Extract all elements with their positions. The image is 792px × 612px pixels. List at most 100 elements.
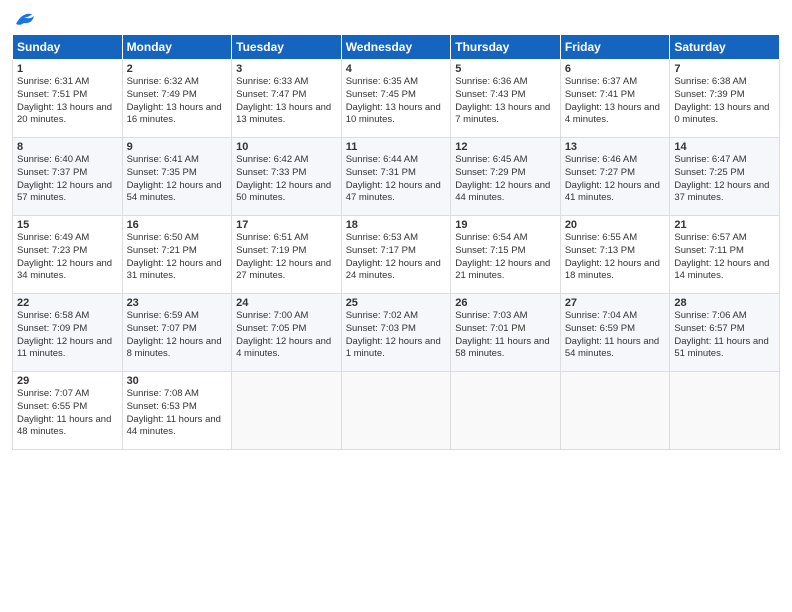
sunset-text: Sunset: 7:05 PM	[236, 323, 306, 334]
calendar-cell	[232, 372, 342, 450]
day-number: 23	[127, 297, 228, 309]
calendar-cell: 7 Sunrise: 6:38 AM Sunset: 7:39 PM Dayli…	[670, 60, 780, 138]
sunrise-text: Sunrise: 6:57 AM	[674, 232, 746, 243]
sunset-text: Sunset: 6:57 PM	[674, 323, 744, 334]
sunset-text: Sunset: 7:15 PM	[455, 245, 525, 256]
sunrise-text: Sunrise: 7:08 AM	[127, 388, 199, 399]
day-number: 4	[346, 63, 447, 75]
calendar-week-1: 1 Sunrise: 6:31 AM Sunset: 7:51 PM Dayli…	[13, 60, 780, 138]
calendar-cell: 12 Sunrise: 6:45 AM Sunset: 7:29 PM Dayl…	[451, 138, 561, 216]
sunset-text: Sunset: 7:07 PM	[127, 323, 197, 334]
sunrise-text: Sunrise: 6:58 AM	[17, 310, 89, 321]
sunset-text: Sunset: 7:13 PM	[565, 245, 635, 256]
sunrise-text: Sunrise: 6:54 AM	[455, 232, 527, 243]
sunrise-text: Sunrise: 6:49 AM	[17, 232, 89, 243]
daylight-text: Daylight: 13 hours and 0 minutes.	[674, 102, 769, 126]
daylight-text: Daylight: 12 hours and 44 minutes.	[455, 180, 550, 204]
sunset-text: Sunset: 7:11 PM	[674, 245, 744, 256]
day-number: 6	[565, 63, 666, 75]
daylight-text: Daylight: 12 hours and 41 minutes.	[565, 180, 660, 204]
sunrise-text: Sunrise: 6:35 AM	[346, 76, 418, 87]
sunset-text: Sunset: 7:29 PM	[455, 167, 525, 178]
logo	[12, 10, 36, 28]
calendar-week-3: 15 Sunrise: 6:49 AM Sunset: 7:23 PM Dayl…	[13, 216, 780, 294]
day-number: 24	[236, 297, 337, 309]
col-thursday: Thursday	[451, 35, 561, 60]
day-number: 19	[455, 219, 556, 231]
day-number: 15	[17, 219, 118, 231]
sunrise-text: Sunrise: 6:42 AM	[236, 154, 308, 165]
daylight-text: Daylight: 12 hours and 21 minutes.	[455, 258, 550, 282]
calendar-cell: 10 Sunrise: 6:42 AM Sunset: 7:33 PM Dayl…	[232, 138, 342, 216]
calendar-table: Sunday Monday Tuesday Wednesday Thursday…	[12, 34, 780, 450]
sunset-text: Sunset: 7:49 PM	[127, 89, 197, 100]
daylight-text: Daylight: 11 hours and 48 minutes.	[17, 414, 111, 438]
sunset-text: Sunset: 7:43 PM	[455, 89, 525, 100]
col-tuesday: Tuesday	[232, 35, 342, 60]
daylight-text: Daylight: 11 hours and 58 minutes.	[455, 336, 549, 360]
sunset-text: Sunset: 7:09 PM	[17, 323, 87, 334]
sunset-text: Sunset: 7:25 PM	[674, 167, 744, 178]
calendar-cell: 24 Sunrise: 7:00 AM Sunset: 7:05 PM Dayl…	[232, 294, 342, 372]
calendar-cell: 4 Sunrise: 6:35 AM Sunset: 7:45 PM Dayli…	[341, 60, 451, 138]
sunrise-text: Sunrise: 6:59 AM	[127, 310, 199, 321]
daylight-text: Daylight: 11 hours and 54 minutes.	[565, 336, 659, 360]
calendar-cell: 11 Sunrise: 6:44 AM Sunset: 7:31 PM Dayl…	[341, 138, 451, 216]
daylight-text: Daylight: 13 hours and 16 minutes.	[127, 102, 222, 126]
daylight-text: Daylight: 12 hours and 57 minutes.	[17, 180, 112, 204]
sunset-text: Sunset: 6:53 PM	[127, 401, 197, 412]
day-number: 7	[674, 63, 775, 75]
sunrise-text: Sunrise: 7:02 AM	[346, 310, 418, 321]
calendar-cell: 9 Sunrise: 6:41 AM Sunset: 7:35 PM Dayli…	[122, 138, 232, 216]
day-number: 29	[17, 375, 118, 387]
daylight-text: Daylight: 12 hours and 18 minutes.	[565, 258, 660, 282]
sunset-text: Sunset: 7:37 PM	[17, 167, 87, 178]
calendar-cell: 25 Sunrise: 7:02 AM Sunset: 7:03 PM Dayl…	[341, 294, 451, 372]
daylight-text: Daylight: 12 hours and 4 minutes.	[236, 336, 331, 360]
calendar-cell	[341, 372, 451, 450]
sunrise-text: Sunrise: 6:37 AM	[565, 76, 637, 87]
calendar-cell: 21 Sunrise: 6:57 AM Sunset: 7:11 PM Dayl…	[670, 216, 780, 294]
day-number: 10	[236, 141, 337, 153]
day-number: 20	[565, 219, 666, 231]
calendar-cell	[451, 372, 561, 450]
calendar-cell: 8 Sunrise: 6:40 AM Sunset: 7:37 PM Dayli…	[13, 138, 123, 216]
calendar-cell: 14 Sunrise: 6:47 AM Sunset: 7:25 PM Dayl…	[670, 138, 780, 216]
daylight-text: Daylight: 11 hours and 44 minutes.	[127, 414, 221, 438]
sunrise-text: Sunrise: 6:47 AM	[674, 154, 746, 165]
day-number: 30	[127, 375, 228, 387]
day-number: 5	[455, 63, 556, 75]
sunset-text: Sunset: 6:55 PM	[17, 401, 87, 412]
day-number: 1	[17, 63, 118, 75]
calendar-cell: 26 Sunrise: 7:03 AM Sunset: 7:01 PM Dayl…	[451, 294, 561, 372]
sunset-text: Sunset: 7:35 PM	[127, 167, 197, 178]
col-monday: Monday	[122, 35, 232, 60]
sunrise-text: Sunrise: 7:00 AM	[236, 310, 308, 321]
day-number: 11	[346, 141, 447, 153]
col-sunday: Sunday	[13, 35, 123, 60]
sunrise-text: Sunrise: 7:06 AM	[674, 310, 746, 321]
calendar-cell: 13 Sunrise: 6:46 AM Sunset: 7:27 PM Dayl…	[560, 138, 670, 216]
day-number: 14	[674, 141, 775, 153]
daylight-text: Daylight: 12 hours and 8 minutes.	[127, 336, 222, 360]
sunset-text: Sunset: 7:01 PM	[455, 323, 525, 334]
daylight-text: Daylight: 13 hours and 10 minutes.	[346, 102, 441, 126]
calendar-cell: 27 Sunrise: 7:04 AM Sunset: 6:59 PM Dayl…	[560, 294, 670, 372]
calendar-cell: 20 Sunrise: 6:55 AM Sunset: 7:13 PM Dayl…	[560, 216, 670, 294]
sunset-text: Sunset: 7:03 PM	[346, 323, 416, 334]
calendar-cell: 15 Sunrise: 6:49 AM Sunset: 7:23 PM Dayl…	[13, 216, 123, 294]
header-row-days: Sunday Monday Tuesday Wednesday Thursday…	[13, 35, 780, 60]
sunrise-text: Sunrise: 6:31 AM	[17, 76, 89, 87]
sunrise-text: Sunrise: 6:36 AM	[455, 76, 527, 87]
calendar-cell: 16 Sunrise: 6:50 AM Sunset: 7:21 PM Dayl…	[122, 216, 232, 294]
sunrise-text: Sunrise: 6:53 AM	[346, 232, 418, 243]
day-number: 9	[127, 141, 228, 153]
calendar-week-2: 8 Sunrise: 6:40 AM Sunset: 7:37 PM Dayli…	[13, 138, 780, 216]
col-friday: Friday	[560, 35, 670, 60]
day-number: 3	[236, 63, 337, 75]
sunrise-text: Sunrise: 7:07 AM	[17, 388, 89, 399]
calendar-cell	[670, 372, 780, 450]
day-number: 27	[565, 297, 666, 309]
sunrise-text: Sunrise: 6:50 AM	[127, 232, 199, 243]
sunset-text: Sunset: 7:45 PM	[346, 89, 416, 100]
